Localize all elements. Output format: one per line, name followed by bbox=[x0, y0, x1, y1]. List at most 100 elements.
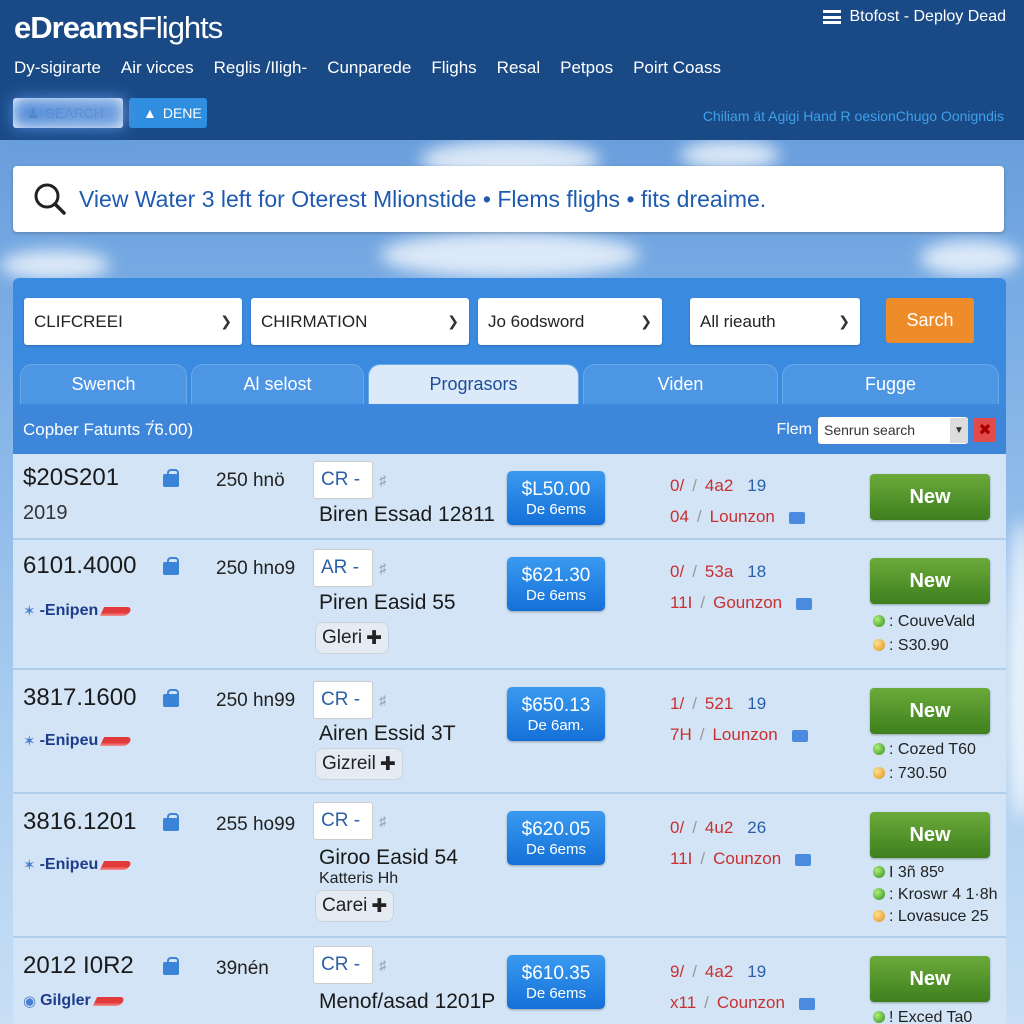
bag-icon bbox=[163, 957, 179, 975]
nav-item[interactable]: Poirt Coass bbox=[633, 58, 721, 78]
nav-item[interactable]: Flighs bbox=[431, 58, 476, 78]
flight-code[interactable]: CR - bbox=[313, 461, 386, 499]
dene-button[interactable]: ▲ DENE bbox=[129, 98, 207, 128]
new-button[interactable]: New bbox=[870, 688, 990, 734]
result-price: 3816.1201 bbox=[23, 808, 137, 835]
tab-swench[interactable]: Swench bbox=[20, 364, 187, 404]
bird-icon: ✦ bbox=[27, 104, 39, 121]
result-row[interactable]: 6101.4000 ✶ -Enipen 250 hno9 AR - Piren … bbox=[13, 542, 1006, 670]
fare-button[interactable]: $650.13 De 6am. bbox=[507, 687, 605, 741]
flight-code[interactable]: CR - bbox=[313, 946, 386, 984]
cloufiter-button[interactable]: ✦ CLOUFITER bbox=[13, 98, 125, 128]
filter-group: Flem Senrun search ▼ ✖ bbox=[776, 416, 996, 444]
result-price: 2012 I0R2 bbox=[23, 952, 134, 979]
stats-line-1: 0//4u2 26 bbox=[670, 818, 767, 837]
search-banner[interactable]: View Water 3 left for Oterest Mlionstide… bbox=[13, 166, 1004, 232]
fare-sub: De 6ems bbox=[525, 984, 587, 1002]
legend-list: ! Exced Ta0 bbox=[873, 1006, 972, 1024]
tab-prograsors[interactable]: Prograsors bbox=[368, 364, 579, 404]
legend-item: I 3ñ 85º bbox=[873, 862, 997, 884]
destination-select[interactable]: CHIRMATION ❯ bbox=[251, 298, 469, 345]
nav-item[interactable]: Cunparede bbox=[327, 58, 411, 78]
site-logo[interactable]: eDreamsFlights bbox=[14, 10, 223, 46]
select-value: Jo 6odsword bbox=[488, 311, 585, 331]
airline-plane-icon bbox=[100, 736, 133, 746]
select-value: All rieauth bbox=[700, 311, 776, 331]
legend-item: : Cozed T60 bbox=[873, 738, 976, 762]
cloud-decoration bbox=[0, 250, 110, 280]
sort-select[interactable]: Senrun search ▼ bbox=[818, 416, 968, 444]
account-area[interactable]: Btofost - Deploy Dead bbox=[823, 8, 1006, 26]
airline-badge: ✶ -Enipen bbox=[23, 602, 133, 620]
stats-line-2: 11I / Counzon bbox=[670, 849, 812, 869]
fare-price: $621.30 bbox=[521, 564, 591, 586]
thumbs-up-icon bbox=[788, 511, 805, 524]
logo-bold: eDreams bbox=[14, 10, 139, 45]
airline-badge: ✶ -Enipeu bbox=[23, 856, 133, 874]
add-chip[interactable]: Gizreil ✚ bbox=[315, 748, 403, 780]
nav-item[interactable]: Resal bbox=[497, 58, 540, 78]
green-dot-icon bbox=[873, 743, 885, 755]
airline-plane-icon bbox=[100, 860, 133, 870]
fare-sub: De 6ems bbox=[525, 586, 587, 604]
fare-button[interactable]: $621.30 De 6ems bbox=[507, 557, 605, 611]
passengers-select[interactable]: All rieauth ❯ bbox=[690, 298, 860, 345]
result-duration: 250 hnö bbox=[216, 470, 285, 491]
search-panel: CLIFCREEI ❯ CHIRMATION ❯ Jo 6odsword ❯ A… bbox=[13, 278, 1006, 454]
triangle-icon: ▲ bbox=[143, 105, 157, 121]
header-button-row: ♟ SEARCH ✦ CLOUFITER ▲ DENE bbox=[13, 98, 207, 128]
close-icon[interactable]: ✖ bbox=[974, 418, 996, 442]
result-row[interactable]: 2012 I0R2 ◉ Gilgler 39nén CR - Menof/asa… bbox=[13, 940, 1006, 1024]
results-summary: Copber Fatunts 7̈́6.00) bbox=[23, 420, 194, 439]
result-row[interactable]: $20S201 2019 250 hnö CR - Biren Essad 12… bbox=[13, 454, 1006, 540]
date-select[interactable]: Jo 6odsword ❯ bbox=[478, 298, 662, 345]
nav-item[interactable]: Air vicces bbox=[121, 58, 194, 78]
stats-line-2: 7H / Lounzon bbox=[670, 725, 808, 745]
banner-text: View Water 3 left for Oterest Mlionstide… bbox=[79, 185, 767, 212]
flight-code[interactable]: CR - bbox=[313, 802, 386, 840]
thumbs-up-icon bbox=[796, 597, 813, 610]
fare-sub: De 6ems bbox=[525, 840, 587, 858]
add-chip[interactable]: Gleri ✚ bbox=[315, 622, 390, 654]
nav-item[interactable]: Reglis /Iligh- bbox=[214, 58, 308, 78]
flight-code[interactable]: CR - bbox=[313, 681, 386, 719]
stats-line-1: 0//4a2 19 bbox=[670, 476, 767, 495]
fare-sub: De 6ems bbox=[525, 500, 587, 518]
result-price: $20S201 bbox=[23, 464, 120, 491]
new-button[interactable]: New bbox=[870, 956, 990, 1002]
header-link[interactable]: Chiliam ät Agigi Hand R oesionChugo Ooni… bbox=[703, 108, 1004, 124]
result-row[interactable]: 3817.1600 ✶ -Enipeu 250 hn99 CR - Airen … bbox=[13, 672, 1006, 794]
tab-fugge[interactable]: Fugge bbox=[782, 364, 999, 404]
fare-price: $L50.00 bbox=[521, 478, 591, 500]
chip-label: Carei bbox=[322, 895, 368, 916]
new-button[interactable]: New bbox=[870, 474, 990, 520]
airline-name: -Enipeu bbox=[39, 732, 99, 749]
tab-viden[interactable]: Viden bbox=[583, 364, 778, 404]
select-value: CHIRMATION bbox=[261, 311, 368, 331]
fare-button[interactable]: $610.35 De 6ems bbox=[507, 955, 605, 1009]
nav-item[interactable]: Dy-sigirarte bbox=[14, 58, 101, 78]
route-name: Menof/asad 1201P bbox=[319, 990, 496, 1013]
filter-label: Flem bbox=[776, 421, 812, 438]
flight-code[interactable]: AR - bbox=[313, 549, 386, 587]
tab-al-selost[interactable]: Al selost bbox=[191, 364, 364, 404]
fare-price: $620.05 bbox=[521, 818, 591, 840]
add-chip[interactable]: Carei ✚ bbox=[315, 890, 395, 922]
fare-button[interactable]: $L50.00 De 6ems bbox=[507, 471, 605, 525]
sort-select-value: Senrun search bbox=[824, 422, 916, 438]
new-button[interactable]: New bbox=[870, 812, 990, 858]
new-button[interactable]: New bbox=[870, 558, 990, 604]
chevron-down-icon: ❯ bbox=[640, 313, 652, 329]
airline-star-icon: ✶ bbox=[23, 603, 36, 620]
results-toolbar: Copber Fatunts 7̈́6.00) Flem Senrun sear… bbox=[13, 406, 1006, 454]
legend-item: : Kroswr 4 1·8h bbox=[873, 884, 997, 906]
plus-icon: ✚ bbox=[371, 895, 388, 917]
result-row[interactable]: 3816.1201 ✶ -Enipeu 255 ho99 CR - Giroo … bbox=[13, 796, 1006, 938]
search-submit-button[interactable]: Sarch bbox=[886, 298, 974, 343]
origin-select[interactable]: CLIFCREEI ❯ bbox=[24, 298, 242, 345]
fare-price: $650.13 bbox=[521, 694, 591, 716]
nav-item[interactable]: Petpos bbox=[560, 58, 613, 78]
legend-list: I 3ñ 85º : Kroswr 4 1·8h : Lovasuce 25 bbox=[873, 862, 997, 928]
fare-button[interactable]: $620.05 De 6ems bbox=[507, 811, 605, 865]
legend-list: : Cozed T60 : 730.50 bbox=[873, 738, 976, 786]
